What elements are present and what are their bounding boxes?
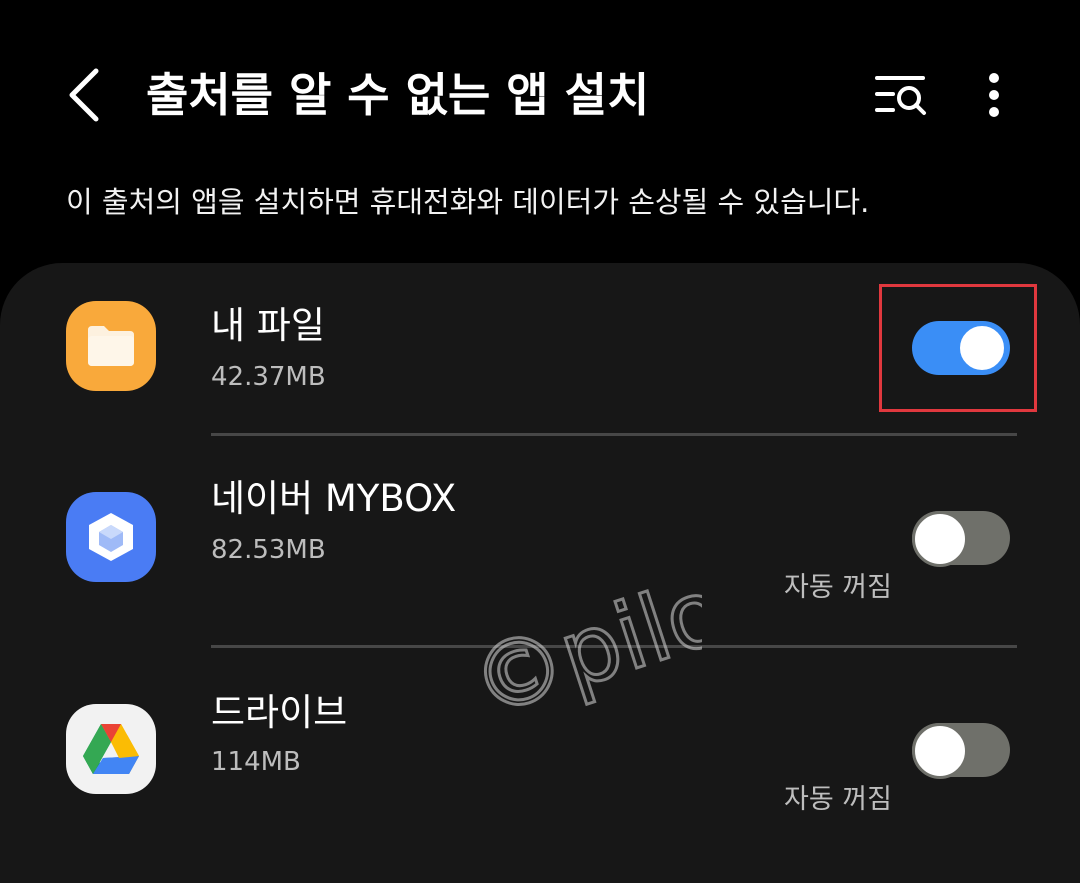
app-name: 네이버 MYBOX bbox=[211, 477, 457, 520]
app-size: 82.53MB bbox=[211, 535, 326, 565]
list-search-icon bbox=[875, 76, 926, 115]
app-size: 42.37MB bbox=[211, 362, 326, 392]
watermark-text: ©pilo bbox=[462, 572, 702, 732]
highlight-box bbox=[879, 284, 1037, 412]
app-name: 내 파일 bbox=[211, 304, 325, 347]
app-name: 드라이브 bbox=[211, 691, 348, 734]
app-size: 114MB bbox=[211, 747, 301, 777]
more-vertical-icon bbox=[989, 73, 999, 117]
search-button[interactable] bbox=[868, 62, 934, 128]
my-files-folder-icon bbox=[66, 301, 156, 391]
back-button[interactable] bbox=[52, 60, 116, 130]
page-title: 출처를 알 수 없는 앱 설치 bbox=[146, 68, 650, 122]
toggle-knob bbox=[912, 511, 968, 567]
allow-toggle-naver-mybox[interactable] bbox=[912, 511, 1010, 567]
chevron-left-icon bbox=[69, 68, 99, 122]
warning-text: 이 출처의 앱을 설치하면 휴대전화와 데이터가 손상될 수 있습니다. bbox=[66, 185, 870, 219]
auto-off-label: 자동 꺼짐 bbox=[784, 784, 892, 815]
app-bar: 출처를 알 수 없는 앱 설치 bbox=[0, 0, 1080, 190]
allow-toggle-google-drive[interactable] bbox=[912, 723, 1010, 779]
more-options-button[interactable] bbox=[966, 62, 1022, 128]
auto-off-label: 자동 꺼짐 bbox=[784, 572, 892, 603]
watermark-logo: ©pilo bbox=[462, 572, 702, 732]
google-drive-icon bbox=[66, 704, 156, 794]
toggle-knob bbox=[912, 723, 968, 779]
mybox-cube-icon bbox=[66, 492, 156, 582]
